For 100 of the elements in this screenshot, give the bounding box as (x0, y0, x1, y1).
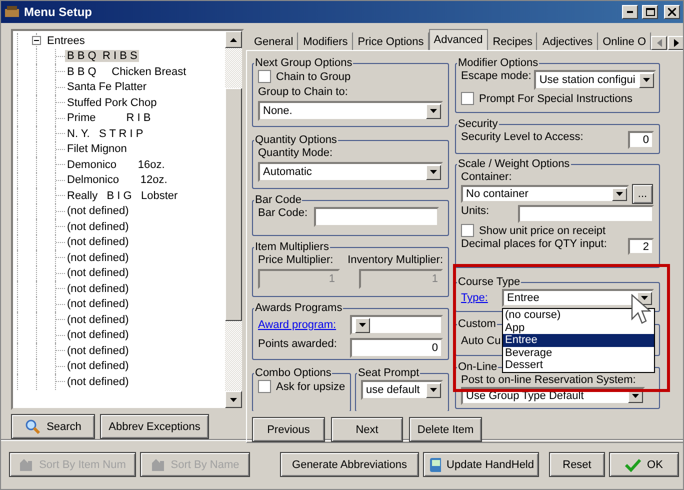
tab[interactable]: Recipes (488, 32, 538, 50)
tree-item[interactable]: B B Q R I B S (65, 50, 140, 62)
ok-button[interactable]: OK (609, 452, 679, 477)
tree-item[interactable]: N. Y. S T R I P (65, 128, 146, 140)
field-label: Escape mode: (461, 70, 532, 82)
tree-item[interactable]: Delmonico 12oz. (65, 174, 170, 186)
field-label: Group to Chain to: (258, 86, 348, 98)
tree-item[interactable]: (not defined) (65, 329, 131, 342)
maximize-icon (646, 8, 654, 16)
search-button[interactable]: Search (11, 414, 95, 439)
abbrev-exceptions-button[interactable]: Abbrev Exceptions (100, 414, 209, 439)
scroll-up-icon (230, 38, 237, 42)
seat-prompt-dropdown[interactable]: use default (361, 380, 443, 400)
group-title: Seat Prompt (357, 367, 420, 379)
decimal-places-field[interactable]: 2 (628, 238, 654, 255)
unit-price-checkbox[interactable]: Show unit price on receipt (461, 224, 654, 237)
dropdown-arrow-icon (430, 109, 437, 113)
tree-item[interactable]: (not defined) (65, 376, 131, 388)
group-title: Course Type (457, 276, 522, 288)
dropdown-arrow-icon (359, 323, 366, 327)
security-level-field[interactable]: 0 (628, 131, 654, 149)
group-dropdown[interactable]: None. (258, 101, 443, 121)
nav-button[interactable]: Previous (252, 417, 325, 442)
chain-checkbox[interactable]: Chain to Group (258, 70, 443, 83)
dropdown-arrow-icon (616, 192, 623, 196)
group-title: Next Group Options (254, 57, 354, 69)
nav-button[interactable]: Next (331, 417, 403, 442)
toolbar-button[interactable]: Update HandHeld (423, 452, 539, 477)
group-title: Modifier Options (457, 57, 540, 69)
dropdown-arrow-icon (430, 388, 437, 392)
scroll-down-icon (230, 398, 237, 402)
tree-item[interactable]: (not defined) (65, 282, 131, 295)
scrollbar[interactable] (225, 31, 242, 408)
group-title: Item Multipliers (254, 241, 330, 253)
collapse-icon[interactable] (32, 36, 41, 46)
group-title: Security (457, 118, 499, 130)
quantity-dropdown[interactable]: Automatic (258, 162, 443, 182)
special-instructions-checkbox[interactable]: Prompt For Special Instructions (461, 92, 654, 105)
field-label: Inventory Multiplier: (348, 254, 443, 266)
upsize-checkbox[interactable]: Ask for upsize (258, 380, 345, 393)
browse-button[interactable]: ... (632, 184, 653, 204)
tree-item[interactable]: Entrees (45, 34, 87, 47)
award-program-link[interactable]: Award program: (258, 319, 336, 331)
tree-item[interactable]: (not defined) (65, 236, 131, 248)
field-label: Price Multiplier: (258, 254, 334, 266)
close-icon (668, 8, 676, 16)
checkmark-icon (625, 458, 642, 472)
group-title: Custom (457, 318, 497, 330)
field-label: Bar Code: (258, 207, 308, 219)
tab-scroll-right-button[interactable] (668, 36, 683, 50)
group-title: Quantity Options (254, 134, 338, 146)
container-dropdown[interactable]: No container (461, 185, 629, 203)
units-field[interactable] (518, 205, 654, 223)
maximize-button[interactable] (642, 5, 658, 19)
dropdown-arrow-icon (643, 78, 650, 82)
tree-item[interactable]: (not defined) (65, 360, 131, 372)
dropdown-arrow-icon (632, 394, 639, 398)
group-title: Combo Options (254, 367, 332, 379)
left-arrow-icon (656, 39, 662, 47)
field-label: Post to on-line Reservation System: (461, 374, 636, 386)
tree-item[interactable]: (not defined) (65, 267, 131, 280)
dropdown-option[interactable]: Entree (503, 334, 654, 347)
type-link[interactable]: Type: (461, 292, 488, 304)
tree-item[interactable]: Santa Fe Platter (65, 81, 148, 94)
sort-icon (19, 458, 34, 472)
field-label: Auto Cu (461, 335, 501, 347)
field-label: Container: (461, 171, 512, 183)
field-label: Decimal places for QTY input: (461, 238, 607, 250)
group-title: Awards Programs (254, 302, 344, 314)
group-title: Scale / Weight Options (457, 158, 571, 170)
bar-code-field[interactable] (314, 207, 439, 227)
tree-item[interactable]: (not defined) (65, 344, 131, 357)
tree-item[interactable]: Really B I G Lobster (65, 190, 180, 202)
nav-button[interactable]: Delete Item (409, 417, 482, 442)
toolbar-button[interactable]: Generate Abbreviations (280, 452, 419, 477)
tab-scroll-left-button[interactable] (651, 36, 668, 50)
tree-item[interactable]: Prime R I B (65, 112, 153, 124)
points-field[interactable]: 0 (350, 338, 443, 358)
tree-item[interactable]: (not defined) (65, 314, 131, 326)
app-icon (4, 5, 20, 19)
tree-item[interactable]: (not defined) (65, 220, 131, 233)
minimize-button[interactable] (622, 5, 638, 19)
tree-item[interactable]: (not defined) (65, 252, 131, 264)
group-title: On-Line (457, 361, 498, 373)
tree-item[interactable]: Stuffed Pork Chop (65, 96, 159, 109)
search-icon (24, 418, 41, 434)
tree-item[interactable]: Demonico 16oz. (65, 158, 167, 171)
field-label: Security Level to Access: (461, 131, 584, 143)
award-program-dropdown[interactable] (350, 315, 443, 335)
field-label: Points awarded: (258, 338, 337, 350)
tree-item[interactable]: Filet Mignon (65, 143, 129, 156)
tree-item[interactable]: (not defined) (65, 298, 131, 310)
tab[interactable]: Online O (598, 32, 652, 50)
escape-mode-dropdown[interactable]: Use station configui (534, 70, 656, 90)
toolbar-button[interactable]: Reset (549, 452, 605, 477)
tab[interactable]: Advanced (428, 29, 488, 50)
tree-item[interactable]: (not defined) (65, 205, 131, 218)
close-button[interactable] (664, 5, 680, 19)
tree-item[interactable]: B B Q Chicken Breast (65, 66, 188, 78)
window-title: Menu Setup (24, 5, 92, 19)
